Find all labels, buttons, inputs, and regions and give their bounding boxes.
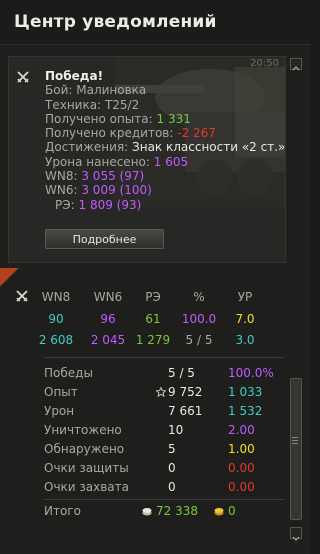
divider	[44, 357, 284, 358]
summary-row-capture: Очки захвата 0 0.00	[44, 480, 255, 494]
result-title: Победа!	[45, 69, 104, 83]
cell-level-1: 7.0	[235, 312, 255, 326]
summary-row-defense: Очки защиты 0 0.00	[44, 461, 255, 475]
header-percent: %	[193, 290, 205, 304]
cell-re-2: 1 279	[135, 333, 171, 347]
cell-wn8-2: 2 608	[38, 333, 74, 347]
crossed-swords-icon	[17, 71, 29, 83]
rating-table: WN8 WN6 РЭ % УР 90 96 61 100.0 7.0 2 608…	[8, 270, 286, 360]
details-button[interactable]: Подробнее	[45, 229, 164, 249]
scroll-grip-line	[292, 443, 298, 444]
cell-wn8-1: 90	[48, 312, 64, 326]
scroll-grip-line	[292, 440, 298, 441]
chevron-down-icon	[292, 536, 300, 541]
session-stats-card: WN8 WN6 РЭ % УР 90 96 61 100.0 7.0 2 608…	[8, 270, 286, 550]
summary-row-damage: Урон 7 661 1 532	[44, 404, 263, 418]
battle-map-row: Бой: Малиновка	[45, 83, 147, 98]
wn8-row: WN8: 3 055 (97)	[45, 169, 145, 184]
cell-level-2: 3.0	[235, 333, 255, 347]
summary-row-xp: Опыт 9 752 1 033	[44, 385, 263, 399]
wn6-row: WN6: 3 009 (100)	[45, 183, 152, 198]
re-row: РЭ: 1 809 (93)	[55, 197, 142, 212]
cell-percent-2: 5 / 5	[185, 333, 213, 347]
scroll-up-button[interactable]	[290, 58, 302, 71]
xp-row: Получено опыта: 1 331	[45, 111, 191, 126]
divider	[44, 499, 284, 500]
notification-center-title: Центр уведомлений	[14, 12, 217, 32]
summary-total-row: Итого 72 338 0	[44, 504, 236, 518]
achievements-row: Достижения: Знак классности «2 ст.»	[45, 140, 286, 155]
header-re: РЭ	[145, 290, 161, 304]
star-icon	[156, 387, 166, 397]
chevron-up-icon	[292, 66, 300, 71]
cell-wn6-2: 2 045	[90, 333, 126, 347]
scrollbar-thumb[interactable]	[290, 378, 302, 520]
vehicle-row: Техника: T25/2	[45, 97, 140, 112]
credits-icon	[142, 508, 152, 516]
gold-icon	[214, 508, 224, 516]
scroll-grip-line	[292, 437, 298, 438]
battle-result-card: 20:50 Победа! Бой: Малиновка Техника: T2…	[8, 56, 286, 263]
header-level: УР	[237, 290, 253, 304]
summary-row-spotted: Обнаружено 5 1.00	[44, 442, 255, 456]
cell-percent-1: 100.0	[181, 312, 217, 326]
header-wn6: WN6	[93, 290, 123, 304]
summary-row-destroyed: Уничтожено 10 2.00	[44, 423, 255, 437]
header-wn8: WN8	[41, 290, 71, 304]
scroll-down-button[interactable]	[290, 527, 302, 541]
cell-wn6-1: 96	[100, 312, 116, 326]
credits-row: Получено кредитов: -2 267	[45, 126, 216, 141]
summary-row-wins: Победы 5 / 5 100.0%	[44, 366, 274, 380]
battle-result-details: Победа! Бой: Малиновка Техника: T25/2 По…	[45, 69, 285, 212]
cell-re-1: 61	[145, 312, 161, 326]
damage-row: Урона нанесено: 1 605	[45, 154, 189, 169]
notification-time: 20:50	[250, 58, 279, 69]
